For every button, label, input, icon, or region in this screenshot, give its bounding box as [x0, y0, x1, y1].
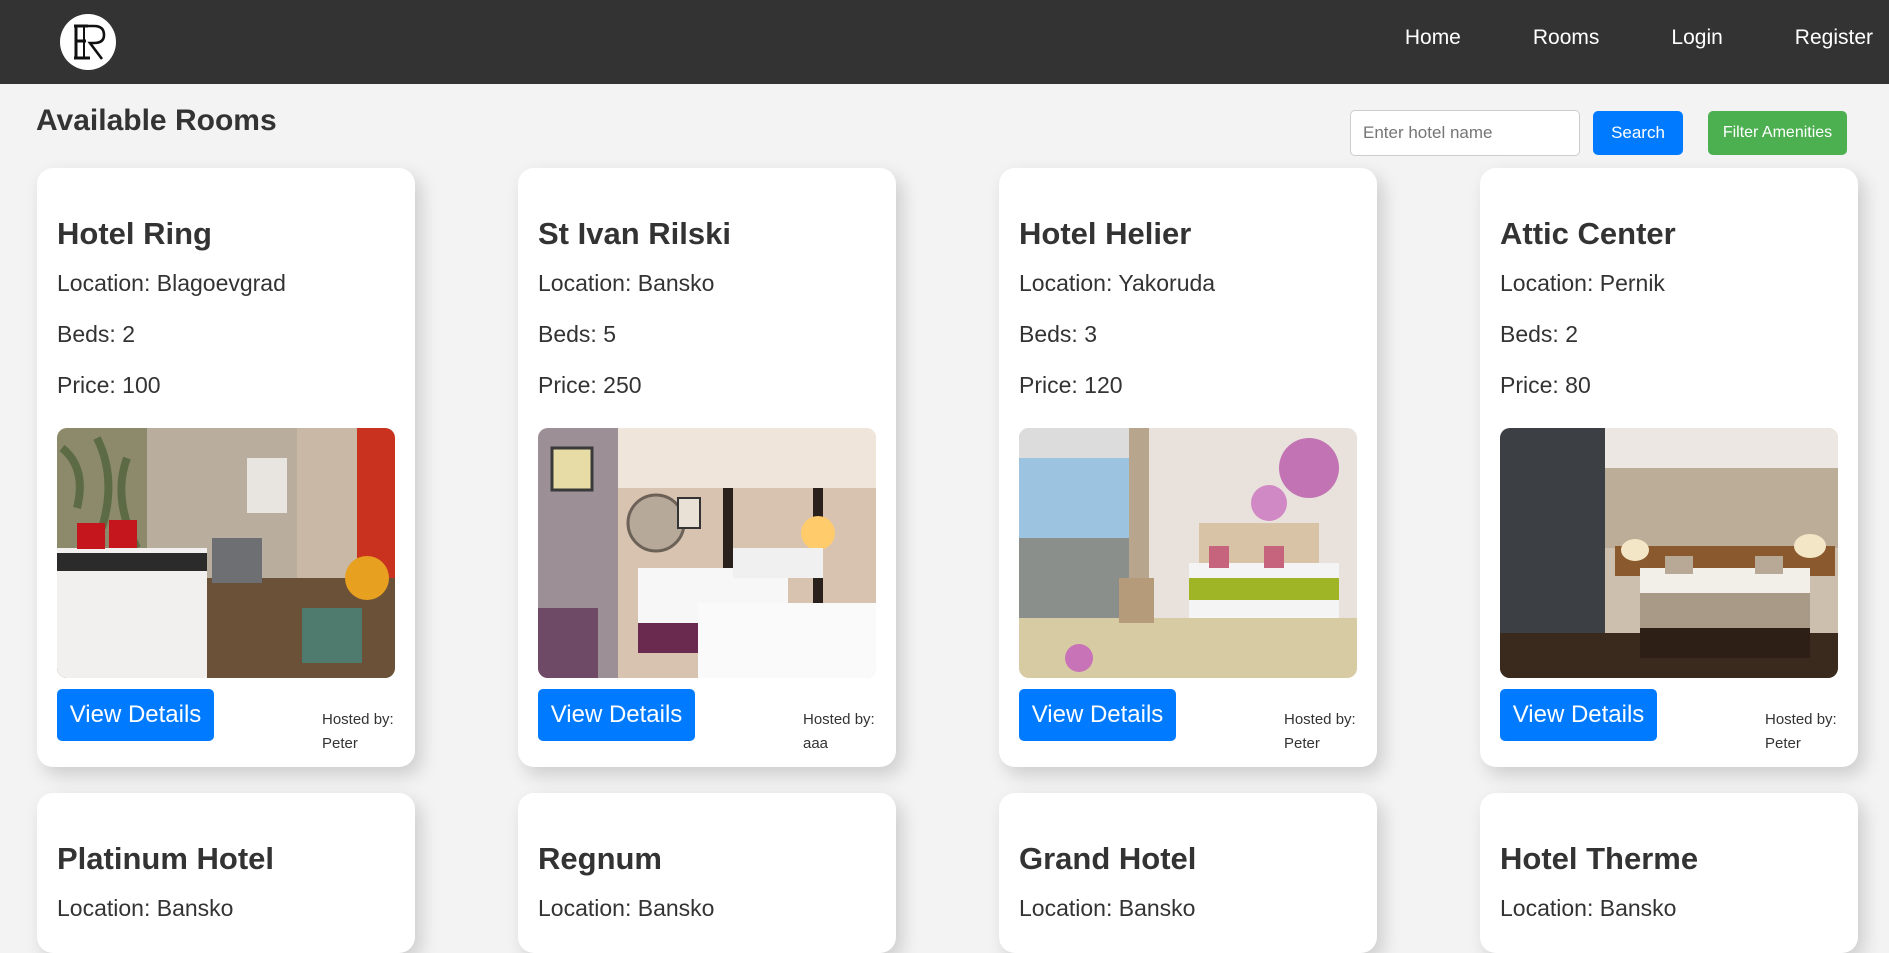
nav-register-link[interactable]: Register: [1795, 26, 1873, 50]
room-location: Location: Bansko: [538, 270, 715, 296]
room-name: Hotel Helier: [1019, 216, 1192, 251]
room-name: Grand Hotel: [1019, 841, 1197, 876]
room-beds: Beds: 2: [1500, 321, 1578, 347]
host-name: Peter: [1284, 735, 1320, 752]
nav-rooms-link[interactable]: Rooms: [1533, 26, 1600, 50]
nav-home-link[interactable]: Home: [1405, 26, 1461, 50]
room-name: Regnum: [538, 841, 662, 876]
host-name: aaa: [803, 735, 829, 752]
room-location: Location: Bansko: [1019, 895, 1196, 921]
room-name: Hotel Therme: [1500, 841, 1699, 876]
nav-links: Home Rooms Login Register: [1333, 0, 1873, 76]
room-price: Price: 250: [538, 372, 642, 398]
room-name: St Ivan Rilski: [538, 216, 731, 251]
room-beds: Beds: 5: [538, 321, 616, 347]
room-card: Regnum Location: Bansko: [518, 793, 896, 953]
view-details-button[interactable]: View Details: [1019, 689, 1176, 741]
room-location: Location: Pernik: [1500, 270, 1665, 296]
hosted-by-label: Hosted by:: [1765, 711, 1837, 728]
nav-login-link[interactable]: Login: [1671, 26, 1722, 50]
filter-amenities-button[interactable]: Filter Amenities: [1708, 111, 1847, 155]
hosted-by-label: Hosted by:: [1284, 711, 1356, 728]
room-price: Price: 100: [57, 372, 161, 398]
room-location: Location: Yakoruda: [1019, 270, 1216, 296]
view-details-button[interactable]: View Details: [538, 689, 695, 741]
hosted-by-label: Hosted by:: [322, 711, 394, 728]
room-price: Price: 120: [1019, 372, 1123, 398]
room-name: Platinum Hotel: [57, 841, 275, 876]
room-card: Hotel Ring Location: Blagoevgrad Beds: 2…: [37, 168, 415, 767]
room-name: Attic Center: [1500, 216, 1676, 251]
hotel-search-input[interactable]: [1350, 110, 1580, 156]
room-name: Hotel Ring: [57, 216, 212, 251]
view-details-button[interactable]: View Details: [57, 689, 214, 741]
room-card: St Ivan Rilski Location: Bansko Beds: 5 …: [518, 168, 896, 767]
room-location: Location: Bansko: [538, 895, 715, 921]
hosted-by-label: Hosted by:: [803, 711, 875, 728]
room-card: Grand Hotel Location: Bansko: [999, 793, 1377, 953]
room-photo: [538, 428, 876, 678]
room-card: Hotel Therme Location: Bansko: [1480, 793, 1858, 953]
room-card: Platinum Hotel Location: Bansko: [37, 793, 415, 953]
room-location: Location: Bansko: [57, 895, 234, 921]
room-beds: Beds: 3: [1019, 321, 1097, 347]
room-photo: [1019, 428, 1357, 678]
room-location: Location: Blagoevgrad: [57, 270, 286, 296]
search-button[interactable]: Search: [1593, 111, 1683, 155]
host-name: Peter: [1765, 735, 1801, 752]
room-beds: Beds: 2: [57, 321, 135, 347]
view-details-button[interactable]: View Details: [1500, 689, 1657, 741]
room-card: Hotel Helier Location: Yakoruda Beds: 3 …: [999, 168, 1377, 767]
host-name: Peter: [322, 735, 358, 752]
er-logo-icon[interactable]: [60, 14, 116, 70]
room-photo: [57, 428, 395, 678]
room-card: Attic Center Location: Pernik Beds: 2 Pr…: [1480, 168, 1858, 767]
page-title: Available Rooms: [36, 104, 277, 137]
room-photo: [1500, 428, 1838, 678]
room-location: Location: Bansko: [1500, 895, 1677, 921]
room-price: Price: 80: [1500, 372, 1591, 398]
top-navbar: Home Rooms Login Register: [0, 0, 1889, 84]
